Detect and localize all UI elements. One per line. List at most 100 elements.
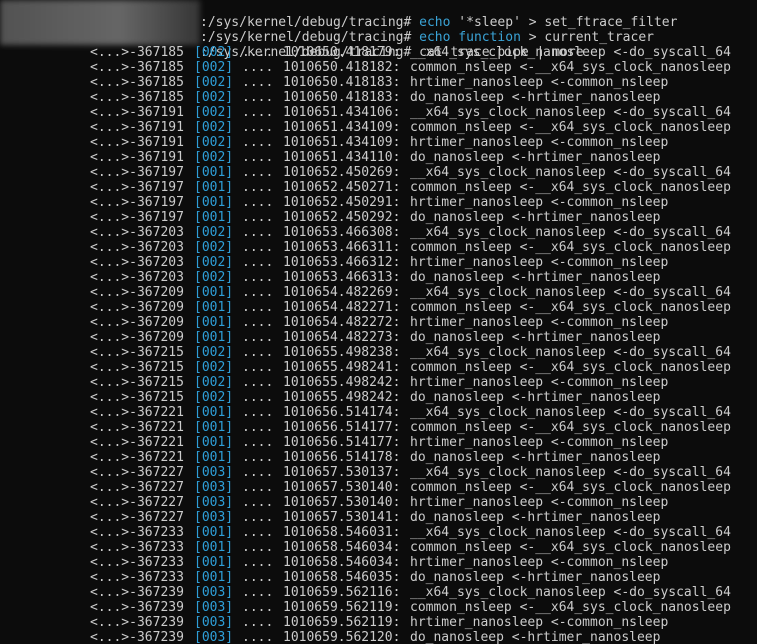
trace-ts: 1010651.434109: xyxy=(283,120,401,135)
trace-flags: .... xyxy=(242,420,274,435)
trace-flags: .... xyxy=(242,630,274,644)
trace-func: __x64_sys_clock_nanosleep <-do_syscall_6… xyxy=(410,285,731,300)
trace-func: do_nanosleep <-hrtimer_nanosleep xyxy=(410,90,661,105)
trace-flags: .... xyxy=(242,570,274,585)
trace-func: do_nanosleep <-hrtimer_nanosleep xyxy=(410,150,661,165)
trace-ts: 1010658.546031: xyxy=(283,525,401,540)
trace-func: do_nanosleep <-hrtimer_nanosleep xyxy=(410,330,661,345)
trace-ts: 1010652.450292: xyxy=(283,210,401,225)
trace-cpu: [002] xyxy=(194,255,234,270)
trace-flags: .... xyxy=(242,525,274,540)
trace-func: common_nsleep <-__x64_sys_clock_nanoslee… xyxy=(410,420,731,435)
trace-ts: 1010655.498238: xyxy=(283,345,401,360)
trace-cpu: [002] xyxy=(194,45,234,60)
trace-cpu: [001] xyxy=(194,435,234,450)
trace-flags: .... xyxy=(242,195,274,210)
trace-func: __x64_sys_clock_nanosleep <-do_syscall_6… xyxy=(410,525,731,540)
trace-flags: .... xyxy=(242,450,274,465)
trace-func: hrtimer_nanosleep <-common_nsleep xyxy=(410,255,669,270)
trace-cpu: [001] xyxy=(194,180,234,195)
trace-task: <...>-367197 xyxy=(90,195,184,210)
trace-task: <...>-367215 xyxy=(90,375,184,390)
trace-flags: .... xyxy=(242,390,274,405)
trace-task: <...>-367227 xyxy=(90,465,184,480)
trace-func: common_nsleep <-__x64_sys_clock_nanoslee… xyxy=(410,360,731,375)
trace-task: <...>-367185 xyxy=(90,60,184,75)
trace-func: common_nsleep <-__x64_sys_clock_nanoslee… xyxy=(410,300,731,315)
trace-ts: 1010654.482273: xyxy=(283,330,401,345)
trace-task: <...>-367197 xyxy=(90,210,184,225)
trace-cpu: [002] xyxy=(194,240,234,255)
trace-flags: .... xyxy=(242,480,274,495)
trace-cpu: [001] xyxy=(194,195,234,210)
trace-cpu: [003] xyxy=(194,495,234,510)
trace-ts: 1010651.434106: xyxy=(283,105,401,120)
trace-task: <...>-367215 xyxy=(90,390,184,405)
trace-cpu: [002] xyxy=(194,390,234,405)
trace-flags: .... xyxy=(242,45,274,60)
trace-ts: 1010653.466311: xyxy=(283,240,401,255)
trace-task: <...>-367221 xyxy=(90,420,184,435)
trace-flags: .... xyxy=(242,180,274,195)
trace-flags: .... xyxy=(242,435,274,450)
trace-flags: .... xyxy=(242,600,274,615)
trace-ts: 1010653.466312: xyxy=(283,255,401,270)
trace-func: common_nsleep <-__x64_sys_clock_nanoslee… xyxy=(410,600,731,615)
trace-task: <...>-367203 xyxy=(90,270,184,285)
trace-func: common_nsleep <-__x64_sys_clock_nanoslee… xyxy=(410,180,731,195)
trace-flags: .... xyxy=(242,165,274,180)
trace-cpu: [003] xyxy=(194,630,234,644)
trace-func: common_nsleep <-__x64_sys_clock_nanoslee… xyxy=(410,480,731,495)
trace-func: do_nanosleep <-hrtimer_nanosleep xyxy=(410,210,661,225)
trace-func: do_nanosleep <-hrtimer_nanosleep xyxy=(410,390,661,405)
trace-func: do_nanosleep <-hrtimer_nanosleep xyxy=(410,570,661,585)
trace-task: <...>-367239 xyxy=(90,615,184,630)
trace-ts: 1010652.450271: xyxy=(283,180,401,195)
trace-task: <...>-367221 xyxy=(90,405,184,420)
trace-func: hrtimer_nanosleep <-common_nsleep xyxy=(410,495,669,510)
trace-ts: 1010650.418182: xyxy=(283,60,401,75)
trace-cpu: [002] xyxy=(194,375,234,390)
trace-flags: .... xyxy=(242,615,274,630)
trace-cpu: [002] xyxy=(194,135,234,150)
trace-ts: 1010655.498242: xyxy=(283,390,401,405)
trace-func: common_nsleep <-__x64_sys_clock_nanoslee… xyxy=(410,60,731,75)
trace-ts: 1010657.530141: xyxy=(283,510,401,525)
trace-func: common_nsleep <-__x64_sys_clock_nanoslee… xyxy=(410,240,731,255)
trace-flags: .... xyxy=(242,300,274,315)
terminal-window[interactable]: :/sys/kernel/debug/tracing# echo '*sleep… xyxy=(0,0,757,644)
trace-task: <...>-367215 xyxy=(90,360,184,375)
trace-func: __x64_sys_clock_nanosleep <-do_syscall_6… xyxy=(410,345,731,360)
trace-task: <...>-367239 xyxy=(90,600,184,615)
trace-ts: 1010655.498242: xyxy=(283,375,401,390)
trace-func: hrtimer_nanosleep <-common_nsleep xyxy=(410,435,669,450)
trace-flags: .... xyxy=(242,120,274,135)
trace-ts: 1010650.418183: xyxy=(283,90,401,105)
trace-task: <...>-367227 xyxy=(90,510,184,525)
trace-flags: .... xyxy=(242,345,274,360)
trace-task: <...>-367233 xyxy=(90,540,184,555)
trace-task: <...>-367227 xyxy=(90,495,184,510)
trace-cpu: [002] xyxy=(194,150,234,165)
trace-task: <...>-367203 xyxy=(90,255,184,270)
trace-flags: .... xyxy=(242,510,274,525)
trace-cpu: [001] xyxy=(194,555,234,570)
trace-cpu: [003] xyxy=(194,480,234,495)
trace-cpu: [001] xyxy=(194,210,234,225)
trace-flags: .... xyxy=(242,210,274,225)
trace-ts: 1010656.514174: xyxy=(283,405,401,420)
trace-ts: 1010650.418179: xyxy=(283,45,401,60)
trace-cpu: [002] xyxy=(194,345,234,360)
trace-ts: 1010659.562119: xyxy=(283,615,401,630)
command-line: :/sys/kernel/debug/tracing# echo functio… xyxy=(200,30,654,45)
trace-ts: 1010654.482272: xyxy=(283,315,401,330)
trace-func: __x64_sys_clock_nanosleep <-do_syscall_6… xyxy=(410,405,731,420)
trace-flags: .... xyxy=(242,405,274,420)
trace-task: <...>-367185 xyxy=(90,75,184,90)
trace-cpu: [003] xyxy=(194,600,234,615)
trace-flags: .... xyxy=(242,135,274,150)
trace-task: <...>-367203 xyxy=(90,225,184,240)
trace-task: <...>-367209 xyxy=(90,330,184,345)
trace-task: <...>-367203 xyxy=(90,240,184,255)
trace-func: do_nanosleep <-hrtimer_nanosleep xyxy=(410,270,661,285)
